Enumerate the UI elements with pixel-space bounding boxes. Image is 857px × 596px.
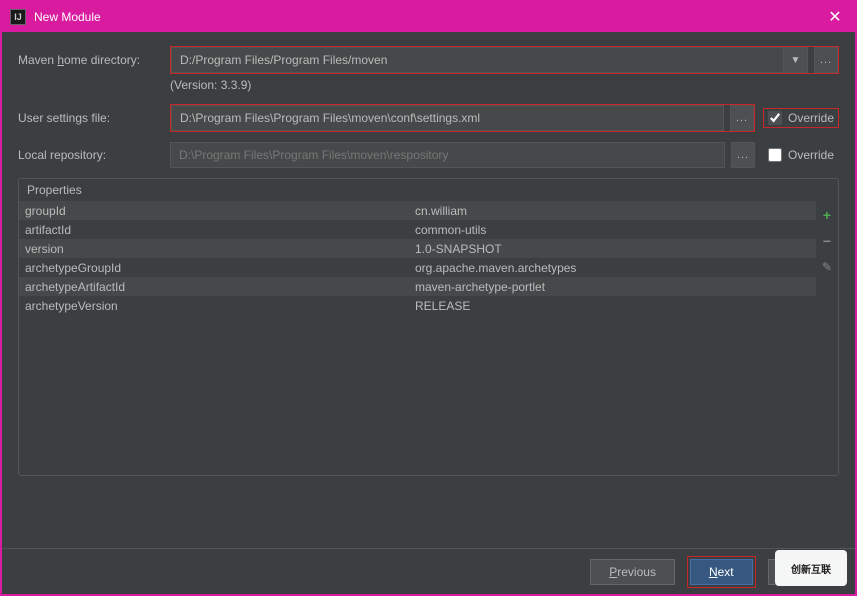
override-label: Override [788,148,834,162]
next-button[interactable]: Next [690,559,753,585]
maven-home-row: Maven home directory: ▼ ... [18,46,839,74]
table-row[interactable]: artifactIdcommon-utils [19,220,816,239]
table-row[interactable]: archetypeVersionRELEASE [19,296,816,315]
user-settings-row: User settings file: ... Override [18,104,839,132]
local-repo-override-checkbox[interactable] [768,148,782,162]
new-module-dialog: IJ New Module ✕ Maven home directory: ▼ … [0,0,857,596]
version-note: (Version: 3.3.9) [18,78,839,92]
local-repo-input [170,142,725,168]
table-row[interactable]: archetypeArtifactIdmaven-archetype-portl… [19,277,816,296]
table-row[interactable]: groupIdcn.william [19,201,816,220]
properties-panel: Properties groupIdcn.william artifactIdc… [18,178,839,476]
maven-home-combo[interactable]: ▼ [171,47,808,73]
properties-toolbar: + − ✎ [816,201,838,475]
chevron-down-icon[interactable]: ▼ [783,48,807,72]
previous-button[interactable]: Previous [590,559,675,585]
properties-header: Properties [19,179,838,201]
add-icon[interactable]: + [819,207,835,223]
dialog-footer: Previous Next Cancel [2,548,855,594]
local-repo-row: Local repository: ... Override [18,142,839,168]
table-row[interactable]: version1.0-SNAPSHOT [19,239,816,258]
watermark-logo: 创新互联 [775,550,847,586]
maven-home-browse-button[interactable]: ... [814,47,838,73]
table-row[interactable]: archetypeGroupIdorg.apache.maven.archety… [19,258,816,277]
window-title: New Module [34,10,823,24]
user-settings-override[interactable]: Override [763,108,839,128]
local-repo-override[interactable]: Override [763,145,839,165]
remove-icon[interactable]: − [819,233,835,249]
user-settings-label: User settings file: [18,111,162,125]
close-icon[interactable]: ✕ [823,5,847,29]
local-repo-label: Local repository: [18,148,162,162]
titlebar: IJ New Module ✕ [2,2,855,32]
override-label: Override [788,111,834,125]
content-area: Maven home directory: ▼ ... (Version: 3.… [2,32,855,484]
table-empty-area [19,315,816,475]
user-settings-browse-button[interactable]: ... [730,105,754,131]
maven-home-input[interactable] [172,48,783,72]
local-repo-browse-button[interactable]: ... [731,142,755,168]
edit-icon[interactable]: ✎ [819,259,835,275]
maven-home-label: Maven home directory: [18,53,162,67]
user-settings-input[interactable] [171,105,724,131]
user-settings-override-checkbox[interactable] [768,111,782,125]
properties-table[interactable]: groupIdcn.william artifactIdcommon-utils… [19,201,816,475]
app-icon: IJ [10,9,26,25]
